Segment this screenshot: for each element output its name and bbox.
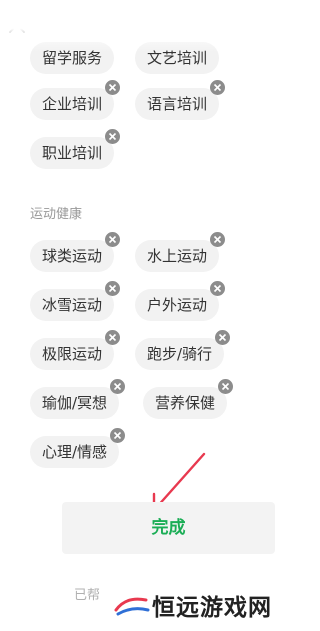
chip-label: 冰雪运动 bbox=[42, 296, 103, 314]
chip-sports-7[interactable]: 瑜伽/冥想 bbox=[30, 379, 126, 419]
chip-label: 极限运动 bbox=[42, 345, 103, 363]
chip-label: 心理/情感 bbox=[42, 443, 108, 461]
remove-icon[interactable] bbox=[105, 232, 121, 247]
chip-education-3[interactable]: 职业培训 bbox=[30, 129, 121, 169]
section-title: 运动健康 bbox=[30, 207, 83, 222]
chip-label: 瑜伽/冥想 bbox=[42, 394, 108, 412]
close-icon bbox=[9, 17, 25, 33]
done-button[interactable]: 完成 bbox=[62, 502, 275, 554]
chip-sports-6[interactable]: 跑步/骑行 bbox=[135, 330, 231, 370]
watermark: 恒远游戏网 bbox=[112, 588, 272, 622]
remove-icon[interactable] bbox=[105, 80, 121, 95]
remove-icon[interactable] bbox=[110, 379, 126, 394]
watermark-logo-icon bbox=[114, 597, 150, 616]
chip-sports-3[interactable]: 冰雪运动 bbox=[30, 281, 121, 321]
remove-icon[interactable] bbox=[210, 232, 226, 247]
chip-top-1[interactable]: 留学服务 bbox=[30, 42, 115, 74]
chip-sports-5[interactable]: 极限运动 bbox=[30, 330, 121, 370]
chip-label: 跑步/骑行 bbox=[147, 345, 213, 363]
chip-sports-1[interactable]: 球类运动 bbox=[30, 232, 121, 272]
chip-label: 文艺培训 bbox=[147, 49, 208, 67]
chip-sports-9[interactable]: 心理/情感 bbox=[30, 428, 126, 468]
remove-icon[interactable] bbox=[215, 330, 231, 345]
chip-sports-4[interactable]: 户外运动 bbox=[135, 281, 226, 321]
chip-sports-2[interactable]: 水上运动 bbox=[135, 232, 226, 272]
remove-icon[interactable] bbox=[110, 428, 126, 443]
remove-icon[interactable] bbox=[105, 281, 121, 296]
chip-label: 企业培训 bbox=[42, 95, 103, 113]
chip-label: 水上运动 bbox=[147, 247, 208, 265]
chip-label: 营养保健 bbox=[155, 394, 216, 412]
remove-icon[interactable] bbox=[218, 379, 234, 394]
remove-icon[interactable] bbox=[210, 80, 226, 95]
chip-label: 语言培训 bbox=[147, 95, 208, 113]
chip-top-2[interactable]: 文艺培训 bbox=[135, 42, 220, 74]
chip-sports-8[interactable]: 营养保健 bbox=[143, 379, 234, 419]
chip-label: 户外运动 bbox=[147, 296, 208, 314]
footer-text: 已帮 bbox=[74, 588, 101, 603]
watermark-text: 恒远游戏网 bbox=[152, 594, 272, 621]
close-button[interactable] bbox=[6, 14, 28, 36]
chip-education-1[interactable]: 企业培训 bbox=[30, 80, 121, 120]
chip-label: 职业培训 bbox=[42, 144, 103, 162]
chip-label: 球类运动 bbox=[42, 247, 103, 265]
remove-icon[interactable] bbox=[105, 129, 121, 144]
chip-education-2[interactable]: 语言培训 bbox=[135, 80, 226, 120]
remove-icon[interactable] bbox=[105, 330, 121, 345]
chip-label: 留学服务 bbox=[42, 49, 103, 67]
remove-icon[interactable] bbox=[210, 281, 226, 296]
